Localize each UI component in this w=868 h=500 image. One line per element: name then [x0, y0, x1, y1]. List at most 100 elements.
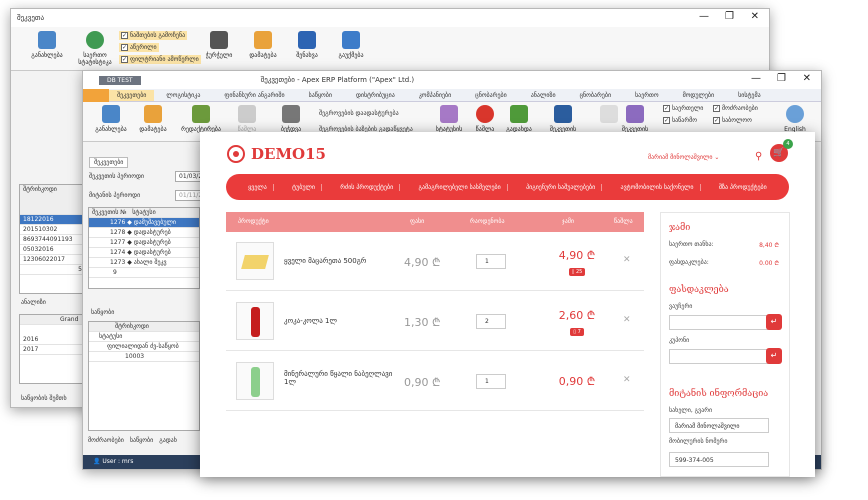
orders-tab[interactable]: შეკვეთები: [89, 157, 129, 168]
code-row[interactable]: 8693744091193: [20, 235, 86, 245]
filter-checkbox[interactable]: ✓ ფილტრიანი ამოწერლი: [119, 55, 201, 64]
table-row[interactable]: 1273 ◆ ახალი შეკვ: [89, 258, 199, 268]
order-button-2[interactable]: შეკვეთის: [613, 105, 657, 133]
restore-icon[interactable]: ❐: [777, 73, 786, 84]
menu-item[interactable]: კომპანიები: [407, 92, 464, 99]
category-nav: ყველა ტუბული რძის პროდუქტები გამაგრილებე…: [226, 174, 789, 200]
print-button[interactable]: ბეჭდვა: [269, 105, 313, 133]
menu-item[interactable]: დისტრიბუცია: [344, 92, 407, 99]
menu-item[interactable]: სისტემა: [726, 92, 773, 99]
tab-payment[interactable]: გადახ: [159, 437, 177, 444]
quantity-stepper[interactable]: 1: [476, 374, 506, 389]
written-checkbox[interactable]: ✓ აწერილი: [119, 43, 159, 52]
remove-item-icon[interactable]: ✕: [623, 255, 631, 265]
col-delete: წაშლა: [614, 218, 633, 225]
language-button[interactable]: English: [773, 105, 817, 133]
cart-button[interactable]: 🛒 4: [770, 139, 793, 162]
nav-item[interactable]: ტუბული: [286, 183, 322, 191]
code-row[interactable]: 05032016: [20, 245, 86, 255]
stats-button[interactable]: საერთო სტატისტიკა: [73, 31, 117, 66]
product-name[interactable]: კოკა-კოლა 1ლ: [284, 317, 337, 325]
table-row[interactable]: 1278 ◆ დადასტურებ: [89, 228, 199, 238]
menu-item[interactable]: ანალიზი: [519, 92, 568, 99]
cart-table-header: პროდუქტი ფასი რაოდენობა ჯამი წაშლა: [226, 212, 644, 232]
order-summary: ჯამი საერთო თანხა: 8,40 ₾ ფასდაკლება: 0.…: [660, 212, 790, 477]
shop-logo[interactable]: DEMO15: [226, 144, 326, 164]
minimize-icon[interactable]: —: [751, 73, 761, 84]
name-field[interactable]: მარიამ მინოლაშვილი: [669, 418, 769, 433]
group-row[interactable]: ფილიალიდან ძვ-საწყობ: [89, 342, 199, 352]
year-row[interactable]: 2016: [20, 335, 86, 345]
refresh-button[interactable]: განახლება: [89, 105, 133, 133]
tab-movements[interactable]: მოძრაობები: [88, 437, 124, 444]
refresh-button[interactable]: განახლება: [25, 31, 69, 59]
menu-item[interactable]: ცნობარები: [463, 92, 518, 99]
tab-warehouse[interactable]: საწყობი: [130, 437, 153, 444]
table-row[interactable]: 10003: [89, 352, 199, 362]
menu-item[interactable]: მოდულები: [671, 92, 727, 99]
search-icon[interactable]: ⚲: [755, 151, 762, 162]
nav-item[interactable]: რძის პროდუქტები: [334, 183, 401, 191]
coupon-input[interactable]: [669, 349, 769, 364]
voucher-input[interactable]: [669, 315, 769, 330]
line-total: 0,90 ₾: [558, 375, 596, 388]
user-label: User : mrs: [102, 458, 134, 465]
nav-item[interactable]: პიგიენური საშუალებები: [520, 183, 603, 191]
product-name[interactable]: ყველი მაცარეთა 500გრ: [284, 257, 366, 265]
cancel-button[interactable]: გაუქმება: [329, 31, 373, 59]
add-button[interactable]: დამატება: [131, 105, 175, 133]
payment-button[interactable]: გადახდა: [497, 105, 541, 133]
year-row[interactable]: 2017: [20, 345, 86, 355]
menu-item[interactable]: შეკვეთები: [109, 89, 155, 101]
close-icon[interactable]: ✕: [803, 73, 811, 84]
nav-item[interactable]: გამაგრილებელი სასმელები: [413, 183, 508, 191]
status-icon: [440, 105, 458, 123]
unit-price: 1,30 ₾: [404, 316, 441, 329]
quantity-stepper[interactable]: 1: [476, 254, 506, 269]
menu-item[interactable]: საერთო: [623, 92, 671, 99]
code-row[interactable]: 18122016: [20, 215, 86, 225]
row-count: 9: [89, 268, 199, 278]
nav-item[interactable]: ავტომობილის საქონელი: [615, 183, 701, 191]
apply-voucher-button[interactable]: ↵: [766, 314, 782, 330]
product-name[interactable]: მინერალური წყალი ნაბეღლავი 1ლ: [284, 370, 394, 386]
save-button[interactable]: შენახვა: [285, 31, 329, 59]
code-row[interactable]: 201510302: [20, 225, 86, 235]
nav-item[interactable]: ყველა: [242, 183, 274, 191]
table-row[interactable]: 1276 ◆ დამუშავებული: [89, 218, 199, 228]
remove-item-icon[interactable]: ✕: [623, 375, 631, 385]
menu-item[interactable]: ლოგისტიკა: [154, 92, 212, 99]
add-button[interactable]: დამატება: [241, 31, 285, 59]
apply-coupon-button[interactable]: ↵: [766, 348, 782, 364]
confirm-collect-button[interactable]: შეგროვების დაადასტურება: [319, 110, 399, 117]
user-menu[interactable]: მარიამ მინოლაშვილი ⌄: [648, 154, 719, 161]
phone-field[interactable]: 599-374-005: [669, 452, 769, 467]
app-menu-button[interactable]: [83, 88, 109, 102]
phone-label: მობილურის ნომერი: [669, 438, 728, 445]
option-checkbox[interactable]: ✓ საბოლოო: [713, 117, 752, 124]
dishes-button[interactable]: ჭურჭელი: [197, 31, 241, 59]
option-checkbox[interactable]: ✓ მოძრაობები: [713, 105, 758, 112]
edit-button[interactable]: რედაქტირება: [179, 105, 223, 133]
table-row[interactable]: 1274 ◆ დადასტურებ: [89, 248, 199, 258]
remove-item-icon[interactable]: ✕: [623, 315, 631, 325]
delete-document-icon: [238, 105, 256, 123]
nav-item[interactable]: შზა პროდუქტები: [713, 184, 773, 191]
table-row[interactable]: 1277 ◆ დადასტურებ: [89, 238, 199, 248]
menu-item[interactable]: ფინანსური ანგარიში: [212, 92, 296, 99]
minimize-icon[interactable]: —: [699, 11, 709, 22]
close-icon[interactable]: ✕: [751, 11, 759, 22]
restore-icon[interactable]: ❐: [725, 11, 734, 22]
option-checkbox[interactable]: ✓ საერთელი: [663, 105, 703, 112]
refresh-icon: [38, 31, 56, 49]
group-row[interactable]: სტატუსი: [89, 332, 199, 342]
code-row[interactable]: 12306022017: [20, 255, 86, 265]
menu-item[interactable]: საწყობი: [297, 92, 344, 99]
quantity-stepper[interactable]: 2: [476, 314, 506, 329]
stock-checkbox[interactable]: ✓ ნაშთების გამოჩენა: [119, 31, 188, 40]
undo-icon: [342, 31, 360, 49]
cart-icon: 🛒: [773, 148, 785, 158]
delete-button[interactable]: წაშლა: [225, 105, 269, 133]
option-checkbox[interactable]: ✓ საწარმო: [663, 117, 697, 124]
menu-item[interactable]: ცნობარები: [568, 92, 623, 99]
